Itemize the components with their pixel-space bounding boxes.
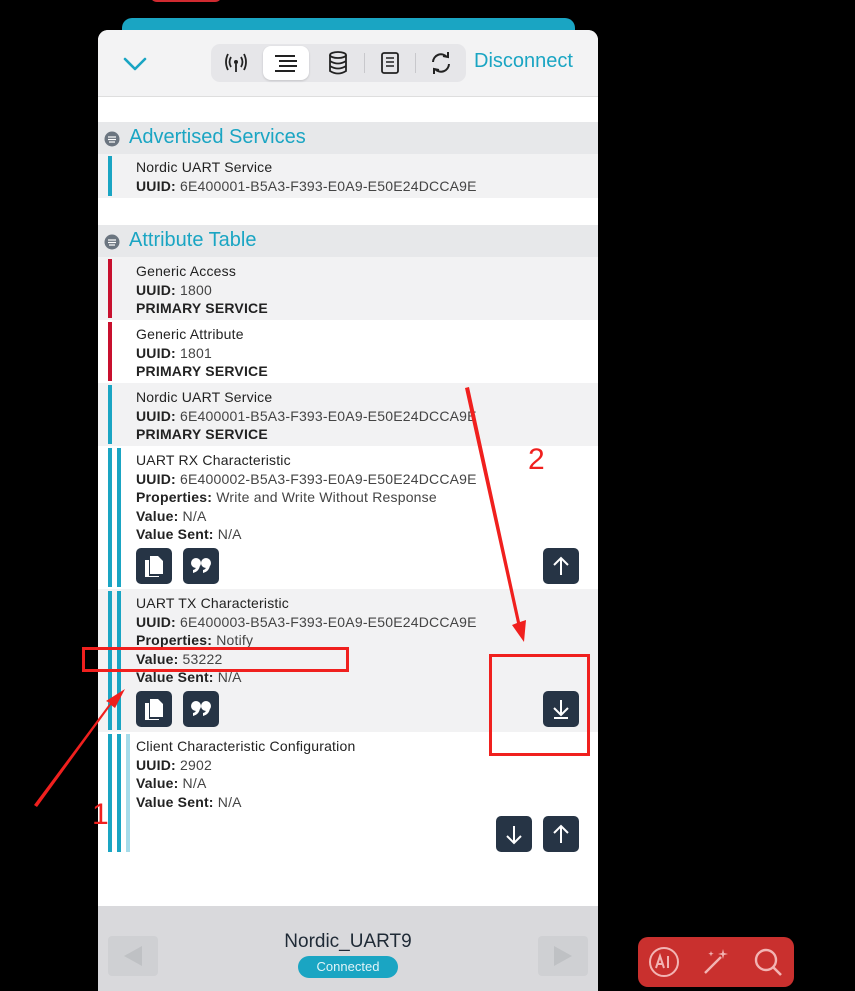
ai-icon[interactable] xyxy=(647,945,681,979)
annotation-arrows xyxy=(34,387,526,807)
annotation-arrow-1 xyxy=(34,689,125,807)
annotation-arrow-2 xyxy=(465,387,526,642)
magic-wand-icon[interactable] xyxy=(699,945,733,979)
search-icon[interactable] xyxy=(751,945,785,979)
floating-toolbar xyxy=(638,937,794,987)
